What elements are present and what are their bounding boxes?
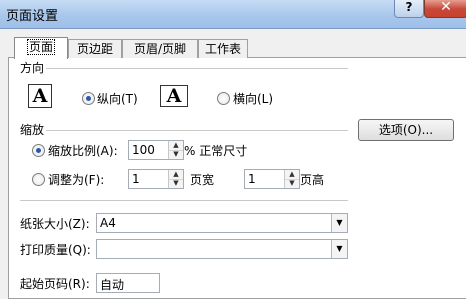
- landscape-page-icon: A: [160, 85, 188, 107]
- tab-header-footer-label: 页眉/页脚: [133, 42, 187, 56]
- chevron-down-icon[interactable]: ▼: [331, 240, 347, 258]
- landscape-label[interactable]: 横向(L): [233, 90, 273, 107]
- scaling-divider: [46, 130, 348, 131]
- print-quality-label: 打印质量(Q):: [20, 243, 91, 257]
- tab-margins[interactable]: 页边距: [68, 39, 122, 58]
- scaling-bottom-divider: [20, 200, 348, 201]
- tab-sheet[interactable]: 工作表: [198, 39, 248, 58]
- print-quality-select[interactable]: ▼: [96, 239, 348, 259]
- portrait-radio[interactable]: [82, 92, 95, 105]
- fit-wide-spinner[interactable]: 1 ▲ ▼: [128, 169, 184, 189]
- scaling-section-label: 缩放: [20, 123, 45, 137]
- scale-percent-arrows: ▲ ▼: [168, 141, 183, 159]
- chevron-down-icon[interactable]: ▼: [331, 214, 347, 232]
- fit-wide-value[interactable]: 1: [132, 172, 140, 186]
- tab-page-label: 页面: [26, 39, 55, 55]
- title-bar: 页面设置 ? ✕: [0, 0, 466, 29]
- options-button[interactable]: 选项(O)...: [358, 119, 454, 141]
- orientation-divider: [46, 68, 348, 69]
- adjust-to-radio[interactable]: [32, 144, 45, 157]
- first-page-number-input[interactable]: 自动: [96, 273, 160, 293]
- fit-to-label[interactable]: 调整为(F):: [48, 171, 104, 188]
- help-button[interactable]: ?: [394, 0, 424, 18]
- spin-down-icon[interactable]: ▼: [285, 179, 299, 188]
- scale-percent-value[interactable]: 100: [132, 143, 155, 157]
- scale-percent-suffix: % 正常尺寸: [184, 144, 248, 158]
- fit-to-radio[interactable]: [32, 173, 45, 186]
- paper-size-select[interactable]: A4 ▼: [96, 213, 348, 233]
- window-title: 页面设置: [6, 9, 59, 24]
- first-page-number-value[interactable]: 自动: [100, 276, 124, 293]
- close-button[interactable]: ✕: [424, 0, 466, 18]
- adjust-to-label[interactable]: 缩放比例(A):: [48, 142, 118, 159]
- paper-size-label: 纸张大小(Z):: [20, 217, 90, 231]
- fit-tall-suffix: 页高: [300, 173, 325, 187]
- tab-page[interactable]: 页面: [14, 37, 68, 59]
- scale-percent-spinner[interactable]: 100 ▲ ▼: [128, 140, 184, 160]
- portrait-page-icon: A: [28, 84, 52, 108]
- portrait-label[interactable]: 纵向(T): [97, 90, 138, 107]
- spin-down-icon[interactable]: ▼: [169, 179, 183, 188]
- fit-tall-spinner[interactable]: 1 ▲ ▼: [244, 169, 300, 189]
- spin-down-icon[interactable]: ▼: [169, 150, 183, 159]
- landscape-radio[interactable]: [217, 92, 230, 105]
- fit-wide-suffix: 页宽: [190, 173, 215, 187]
- tab-header-footer[interactable]: 页眉/页脚: [122, 39, 198, 58]
- paper-size-value[interactable]: A4: [100, 216, 116, 230]
- tab-sheet-label: 工作表: [204, 42, 241, 56]
- fit-tall-value[interactable]: 1: [248, 172, 256, 186]
- fit-tall-arrows: ▲ ▼: [284, 170, 299, 188]
- fit-wide-arrows: ▲ ▼: [168, 170, 183, 188]
- tab-margins-label: 页边距: [76, 42, 113, 56]
- orientation-section-label: 方向: [20, 61, 45, 75]
